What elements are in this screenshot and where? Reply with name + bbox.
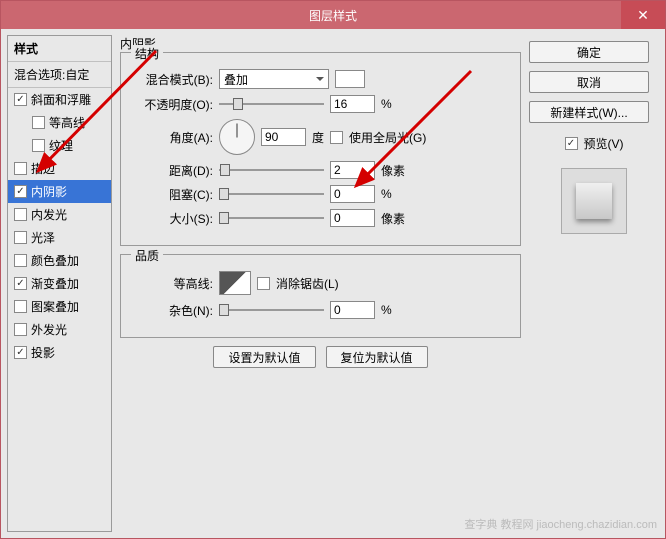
right-panel: 确定 取消 新建样式(W)... 预览(V) bbox=[529, 35, 659, 532]
opacity-slider[interactable] bbox=[219, 96, 324, 112]
noise-slider[interactable] bbox=[219, 302, 324, 318]
structure-group: 结构 混合模式(B): 叠加 不透明度(O): 16 % 角度(A): 90 度 bbox=[120, 52, 521, 246]
style-item-0[interactable]: 斜面和浮雕 bbox=[8, 88, 111, 111]
blend-mode-label: 混合模式(B): bbox=[133, 71, 213, 88]
structure-legend: 结构 bbox=[131, 45, 163, 62]
angle-label: 角度(A): bbox=[133, 129, 213, 146]
opacity-field[interactable]: 16 bbox=[330, 95, 375, 113]
reset-default-button[interactable]: 复位为默认值 bbox=[326, 346, 428, 368]
titlebar[interactable]: 图层样式 ✕ bbox=[1, 1, 665, 29]
style-item-label: 图案叠加 bbox=[31, 298, 79, 315]
style-item-label: 颜色叠加 bbox=[31, 252, 79, 269]
style-item-4[interactable]: 内阴影 bbox=[8, 180, 111, 203]
style-item-label: 描边 bbox=[31, 160, 55, 177]
size-label: 大小(S): bbox=[133, 210, 213, 227]
preview-thumbnail bbox=[561, 168, 627, 234]
style-item-6[interactable]: 光泽 bbox=[8, 226, 111, 249]
size-field[interactable]: 0 bbox=[330, 209, 375, 227]
style-item-label: 等高线 bbox=[49, 114, 85, 131]
style-item-checkbox[interactable] bbox=[14, 254, 27, 267]
preview-checkbox[interactable] bbox=[565, 137, 578, 150]
distance-label: 距离(D): bbox=[133, 162, 213, 179]
preview-label: 预览(V) bbox=[584, 135, 624, 152]
cancel-button[interactable]: 取消 bbox=[529, 71, 649, 93]
style-item-checkbox[interactable] bbox=[14, 277, 27, 290]
new-style-button[interactable]: 新建样式(W)... bbox=[529, 101, 649, 123]
blend-mode-dropdown[interactable]: 叠加 bbox=[219, 69, 329, 89]
blend-options[interactable]: 混合选项:自定 bbox=[8, 62, 111, 88]
style-item-checkbox[interactable] bbox=[14, 185, 27, 198]
layer-style-dialog: 图层样式 ✕ 样式 混合选项:自定 斜面和浮雕等高线纹理描边内阴影内发光光泽颜色… bbox=[0, 0, 666, 539]
set-default-button[interactable]: 设置为默认值 bbox=[213, 346, 315, 368]
size-slider[interactable] bbox=[219, 210, 324, 226]
style-item-3[interactable]: 描边 bbox=[8, 157, 111, 180]
style-item-checkbox[interactable] bbox=[14, 93, 27, 106]
style-item-checkbox[interactable] bbox=[14, 162, 27, 175]
style-item-label: 纹理 bbox=[49, 137, 73, 154]
style-item-label: 斜面和浮雕 bbox=[31, 91, 91, 108]
style-item-8[interactable]: 渐变叠加 bbox=[8, 272, 111, 295]
noise-label: 杂色(N): bbox=[133, 302, 213, 319]
style-item-9[interactable]: 图案叠加 bbox=[8, 295, 111, 318]
style-item-label: 内发光 bbox=[31, 206, 67, 223]
distance-slider[interactable] bbox=[219, 162, 324, 178]
ok-button[interactable]: 确定 bbox=[529, 41, 649, 63]
style-item-label: 投影 bbox=[31, 344, 55, 361]
contour-label: 等高线: bbox=[133, 275, 213, 292]
opacity-label: 不透明度(O): bbox=[133, 96, 213, 113]
noise-field[interactable]: 0 bbox=[330, 301, 375, 319]
style-item-2[interactable]: 纹理 bbox=[8, 134, 111, 157]
style-item-checkbox[interactable] bbox=[32, 116, 45, 129]
style-item-label: 内阴影 bbox=[31, 183, 67, 200]
style-item-label: 外发光 bbox=[31, 321, 67, 338]
angle-unit: 度 bbox=[312, 129, 324, 146]
close-button[interactable]: ✕ bbox=[621, 1, 665, 29]
global-light-checkbox[interactable] bbox=[330, 131, 343, 144]
contour-picker[interactable] bbox=[219, 271, 251, 295]
style-list-header: 样式 bbox=[8, 36, 111, 62]
style-item-label: 光泽 bbox=[31, 229, 55, 246]
choke-label: 阻塞(C): bbox=[133, 186, 213, 203]
style-item-10[interactable]: 外发光 bbox=[8, 318, 111, 341]
style-item-5[interactable]: 内发光 bbox=[8, 203, 111, 226]
style-item-checkbox[interactable] bbox=[14, 208, 27, 221]
choke-unit: % bbox=[381, 187, 392, 201]
angle-control[interactable] bbox=[219, 119, 255, 155]
choke-slider[interactable] bbox=[219, 186, 324, 202]
size-unit: 像素 bbox=[381, 210, 405, 227]
style-item-1[interactable]: 等高线 bbox=[8, 111, 111, 134]
style-item-checkbox[interactable] bbox=[14, 300, 27, 313]
style-item-11[interactable]: 投影 bbox=[8, 341, 111, 364]
color-swatch[interactable] bbox=[335, 70, 365, 88]
antialias-checkbox[interactable] bbox=[257, 277, 270, 290]
style-list: 样式 混合选项:自定 斜面和浮雕等高线纹理描边内阴影内发光光泽颜色叠加渐变叠加图… bbox=[7, 35, 112, 532]
panel-heading: 内阴影 bbox=[120, 35, 521, 52]
distance-unit: 像素 bbox=[381, 162, 405, 179]
choke-field[interactable]: 0 bbox=[330, 185, 375, 203]
opacity-unit: % bbox=[381, 97, 392, 111]
distance-field[interactable]: 2 bbox=[330, 161, 375, 179]
angle-field[interactable]: 90 bbox=[261, 128, 306, 146]
watermark: 查字典 教程网 jiaocheng.chazidian.com bbox=[464, 516, 657, 532]
window-title: 图层样式 bbox=[309, 7, 357, 24]
antialias-label: 消除锯齿(L) bbox=[276, 275, 339, 292]
style-item-label: 渐变叠加 bbox=[31, 275, 79, 292]
quality-group: 品质 等高线: 消除锯齿(L) 杂色(N): 0 % bbox=[120, 254, 521, 338]
noise-unit: % bbox=[381, 303, 392, 317]
style-item-checkbox[interactable] bbox=[32, 139, 45, 152]
style-item-checkbox[interactable] bbox=[14, 346, 27, 359]
style-item-7[interactable]: 颜色叠加 bbox=[8, 249, 111, 272]
style-item-checkbox[interactable] bbox=[14, 323, 27, 336]
style-item-checkbox[interactable] bbox=[14, 231, 27, 244]
settings-panel: 内阴影 结构 混合模式(B): 叠加 不透明度(O): 16 % 角度(A): bbox=[112, 35, 529, 532]
quality-legend: 品质 bbox=[131, 247, 163, 264]
global-light-label: 使用全局光(G) bbox=[349, 129, 426, 146]
